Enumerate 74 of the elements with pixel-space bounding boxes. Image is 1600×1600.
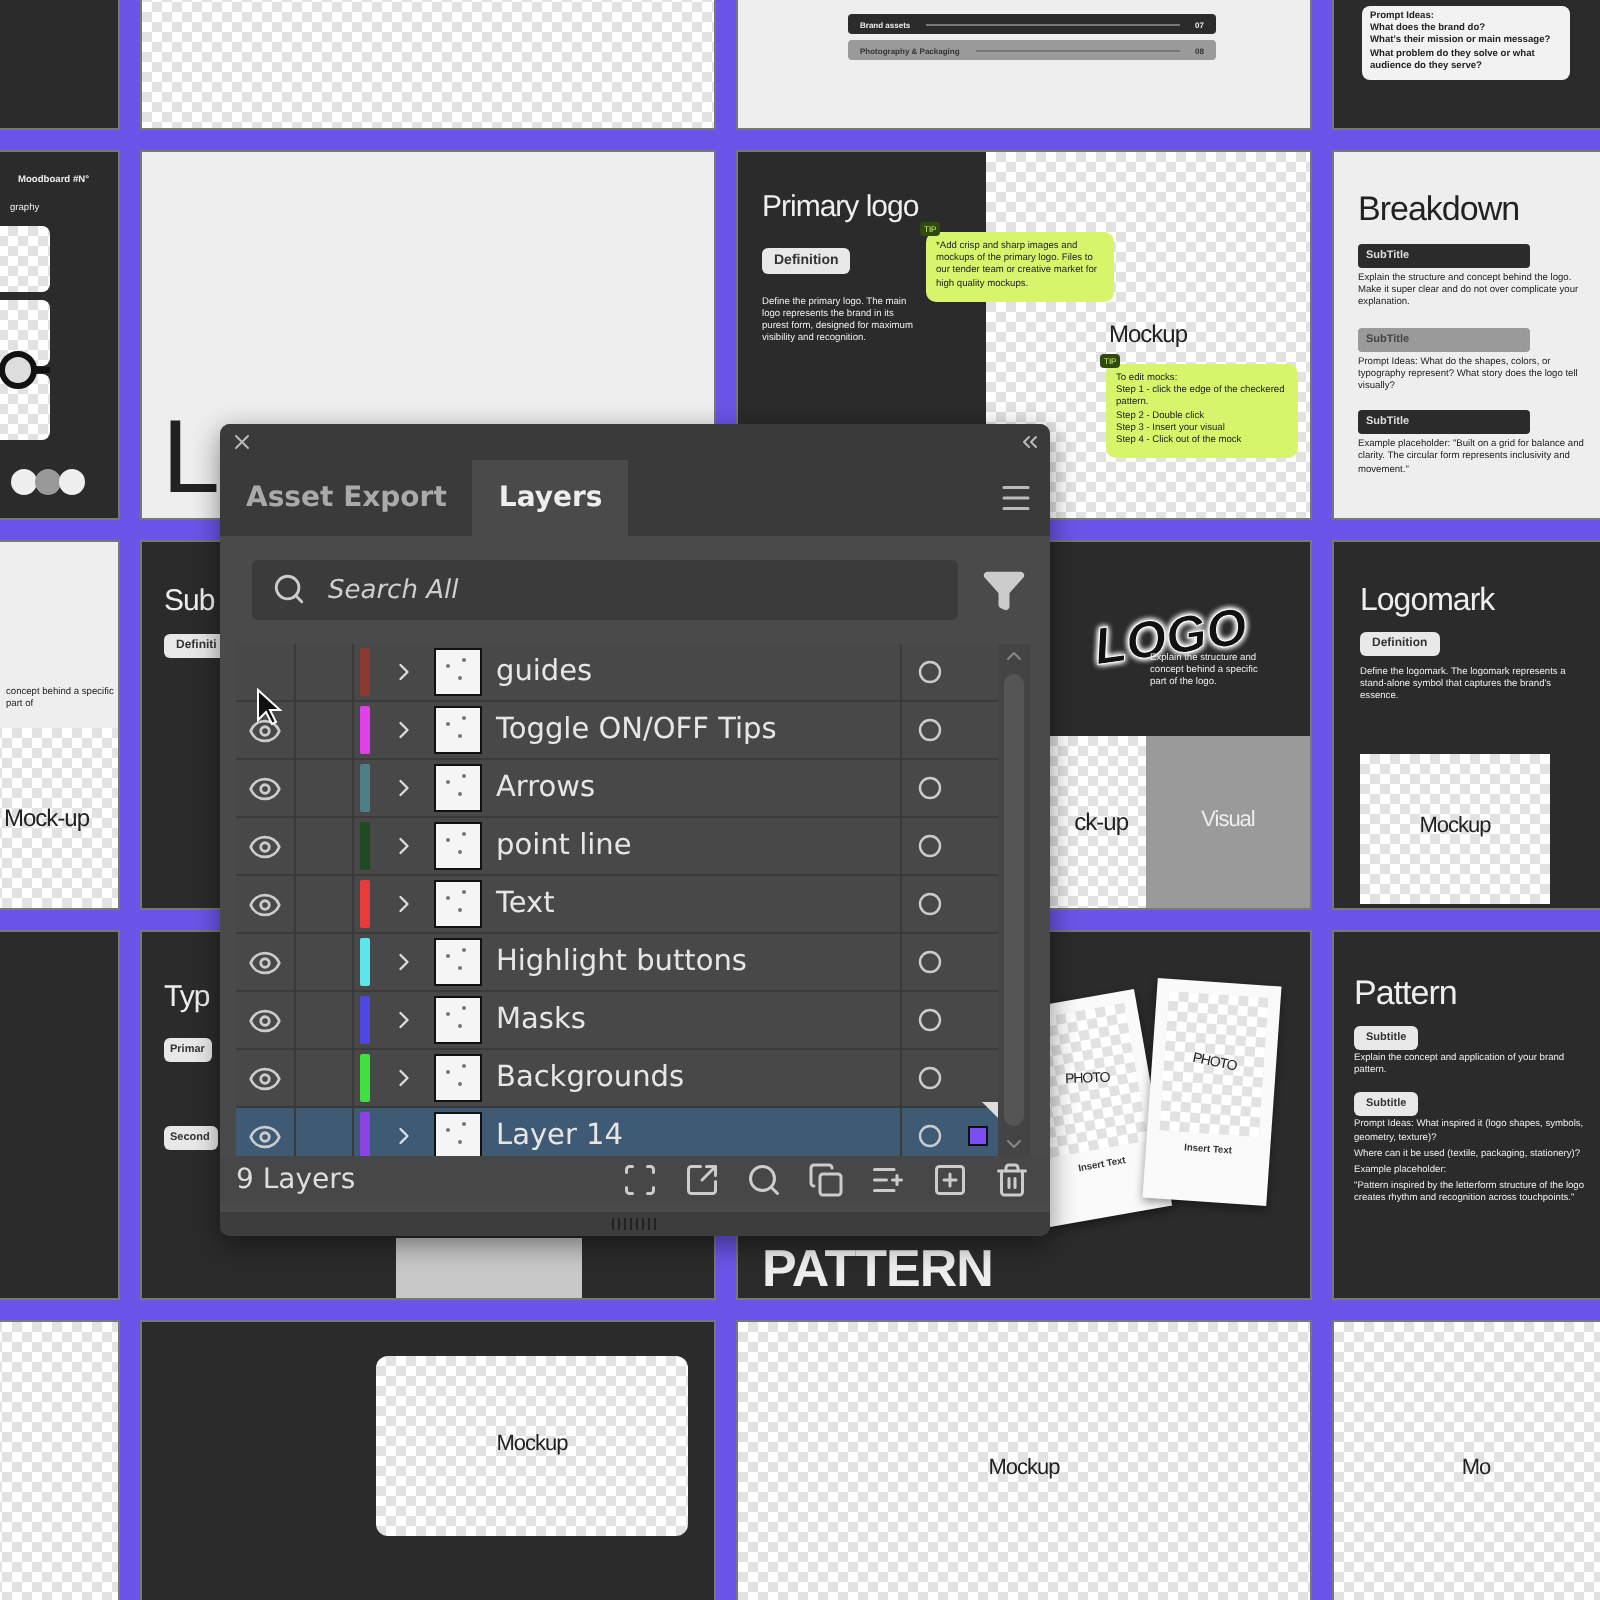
corner-triangle-icon xyxy=(982,1102,998,1118)
layer-row[interactable]: guides xyxy=(236,644,998,702)
layer-count: 9 Layers xyxy=(236,1164,356,1196)
resize-grip[interactable] xyxy=(611,1218,659,1230)
artboard xyxy=(0,0,120,130)
layer-thumbnail xyxy=(434,648,482,696)
slide-title: Primary logo xyxy=(762,192,919,224)
close-icon[interactable] xyxy=(230,430,254,454)
new-layer-icon[interactable] xyxy=(932,1162,968,1198)
search-field[interactable]: Search All xyxy=(252,560,958,620)
layer-row[interactable]: Text xyxy=(236,876,998,934)
overlap-squares-icon[interactable] xyxy=(808,1162,844,1198)
search-icon xyxy=(272,572,306,606)
mockup-label: Mockup xyxy=(1108,322,1188,348)
visual-label: Visual xyxy=(1201,810,1255,834)
layer-row[interactable]: Highlight buttons xyxy=(236,934,998,992)
headline: PATTERN xyxy=(762,1242,993,1297)
mockup-label: ck-up xyxy=(1074,809,1128,835)
export-icon[interactable] xyxy=(684,1162,720,1198)
target-icon[interactable] xyxy=(918,892,942,916)
collapse-icon[interactable] xyxy=(1018,430,1042,454)
layer-thumbnail xyxy=(434,1054,482,1102)
target-icon[interactable] xyxy=(918,660,942,684)
layer-name: Layer 14 xyxy=(494,1120,625,1152)
target-icon[interactable] xyxy=(918,1008,942,1032)
layer-name: guides xyxy=(494,656,595,688)
slide-title: Typ xyxy=(164,982,210,1014)
menu-icon[interactable] xyxy=(998,480,1034,516)
collect-export-icon[interactable] xyxy=(622,1162,658,1198)
layer-name: Highlight buttons xyxy=(494,946,749,978)
layer-name: Toggle ON/OFF Tips xyxy=(494,714,779,746)
layer-thumbnail xyxy=(434,706,482,754)
mockup-label: Mock-up xyxy=(4,805,90,831)
layer-thumbnail xyxy=(434,938,482,986)
slide-title: Pattern xyxy=(1354,976,1457,1012)
mockup-label: Mockup xyxy=(1419,816,1491,840)
filter-icon[interactable] xyxy=(982,568,1026,612)
layer-name: point line xyxy=(494,830,634,862)
cursor-icon xyxy=(256,688,284,728)
target-icon[interactable] xyxy=(918,950,942,974)
mockup-label: Mockup xyxy=(988,1458,1060,1482)
mockup-label: Mo xyxy=(1461,1458,1491,1482)
slide-title: Logomark xyxy=(1360,586,1495,620)
layer-name: Arrows xyxy=(494,772,598,804)
layer-row[interactable]: Masks xyxy=(236,992,998,1050)
slide-title: Breakdown xyxy=(1358,192,1520,228)
layer-thumbnail xyxy=(434,764,482,812)
connector-drawing xyxy=(0,348,50,392)
headline: L xyxy=(162,404,219,514)
selection-square-icon xyxy=(968,1126,988,1146)
layer-thumbnail xyxy=(434,822,482,870)
target-icon[interactable] xyxy=(918,776,942,800)
mockup-label: Mockup xyxy=(496,1434,568,1458)
layer-thumbnail xyxy=(434,880,482,928)
layer-name: Text xyxy=(494,888,557,920)
target-icon[interactable] xyxy=(918,1124,942,1148)
target-icon[interactable] xyxy=(918,718,942,742)
trash-icon[interactable] xyxy=(994,1162,1030,1198)
layer-row[interactable]: Toggle ON/OFF Tips xyxy=(236,702,998,760)
layer-row[interactable]: Layer 14 xyxy=(236,1108,998,1156)
layer-thumbnail xyxy=(434,1112,482,1156)
target-icon[interactable] xyxy=(918,1066,942,1090)
move-into-icon[interactable] xyxy=(870,1162,906,1198)
layer-thumbnail xyxy=(434,996,482,1044)
layer-row[interactable]: Arrows xyxy=(236,760,998,818)
panel-tab[interactable]: Layers xyxy=(472,460,629,536)
target-icon[interactable] xyxy=(918,834,942,858)
layer-row[interactable]: Backgrounds xyxy=(236,1050,998,1108)
slide-title: Sub xyxy=(164,586,215,618)
layer-row[interactable]: point line xyxy=(236,818,998,876)
search-icon[interactable] xyxy=(746,1162,782,1198)
color-swatches xyxy=(10,468,86,496)
layer-name: Backgrounds xyxy=(494,1062,687,1094)
layer-name: Masks xyxy=(494,1004,588,1036)
